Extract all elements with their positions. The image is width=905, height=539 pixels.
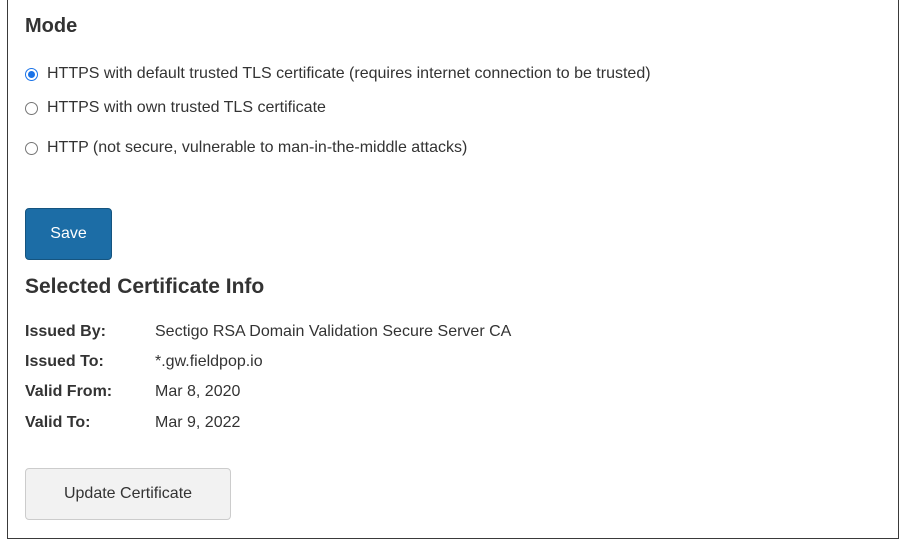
- mode-option-https-own[interactable]: HTTPS with own trusted TLS certificate: [25, 97, 326, 119]
- issued-to-row: Issued To: *.gw.fieldpop.io: [25, 351, 263, 373]
- panel-frame: Mode HTTPS with default trusted TLS cert…: [7, 0, 899, 539]
- valid-from-row: Valid From: Mar 8, 2020: [25, 381, 240, 403]
- update-certificate-button[interactable]: Update Certificate: [25, 468, 231, 520]
- certificate-info-heading: Selected Certificate Info: [25, 275, 265, 298]
- issued-to-label: Issued To:: [25, 353, 104, 370]
- valid-to-row: Valid To: Mar 9, 2022: [25, 412, 240, 434]
- save-button[interactable]: Save: [25, 208, 112, 260]
- valid-from-value: Mar 8, 2020: [155, 383, 241, 400]
- issued-by-value: Sectigo RSA Domain Validation Secure Ser…: [155, 323, 512, 340]
- mode-heading: Mode: [25, 15, 78, 37]
- issued-to-value: *.gw.fieldpop.io: [155, 353, 263, 370]
- issued-by-row: Issued By: Sectigo RSA Domain Validation…: [25, 321, 511, 343]
- valid-to-value: Mar 9, 2022: [155, 414, 241, 431]
- radio-http[interactable]: [25, 141, 38, 155]
- mode-option-label: HTTP (not secure, vulnerable to man-in-t…: [47, 139, 468, 156]
- issued-by-label: Issued By:: [25, 323, 106, 340]
- radio-https-default[interactable]: [25, 67, 38, 81]
- mode-option-https-default[interactable]: HTTPS with default trusted TLS certifica…: [25, 63, 651, 85]
- valid-to-label: Valid To:: [25, 414, 91, 431]
- mode-option-label: HTTPS with own trusted TLS certificate: [47, 99, 326, 116]
- mode-option-label: HTTPS with default trusted TLS certifica…: [47, 65, 651, 82]
- mode-option-http[interactable]: HTTP (not secure, vulnerable to man-in-t…: [25, 137, 467, 159]
- radio-https-own[interactable]: [25, 101, 38, 115]
- valid-from-label: Valid From:: [25, 383, 113, 400]
